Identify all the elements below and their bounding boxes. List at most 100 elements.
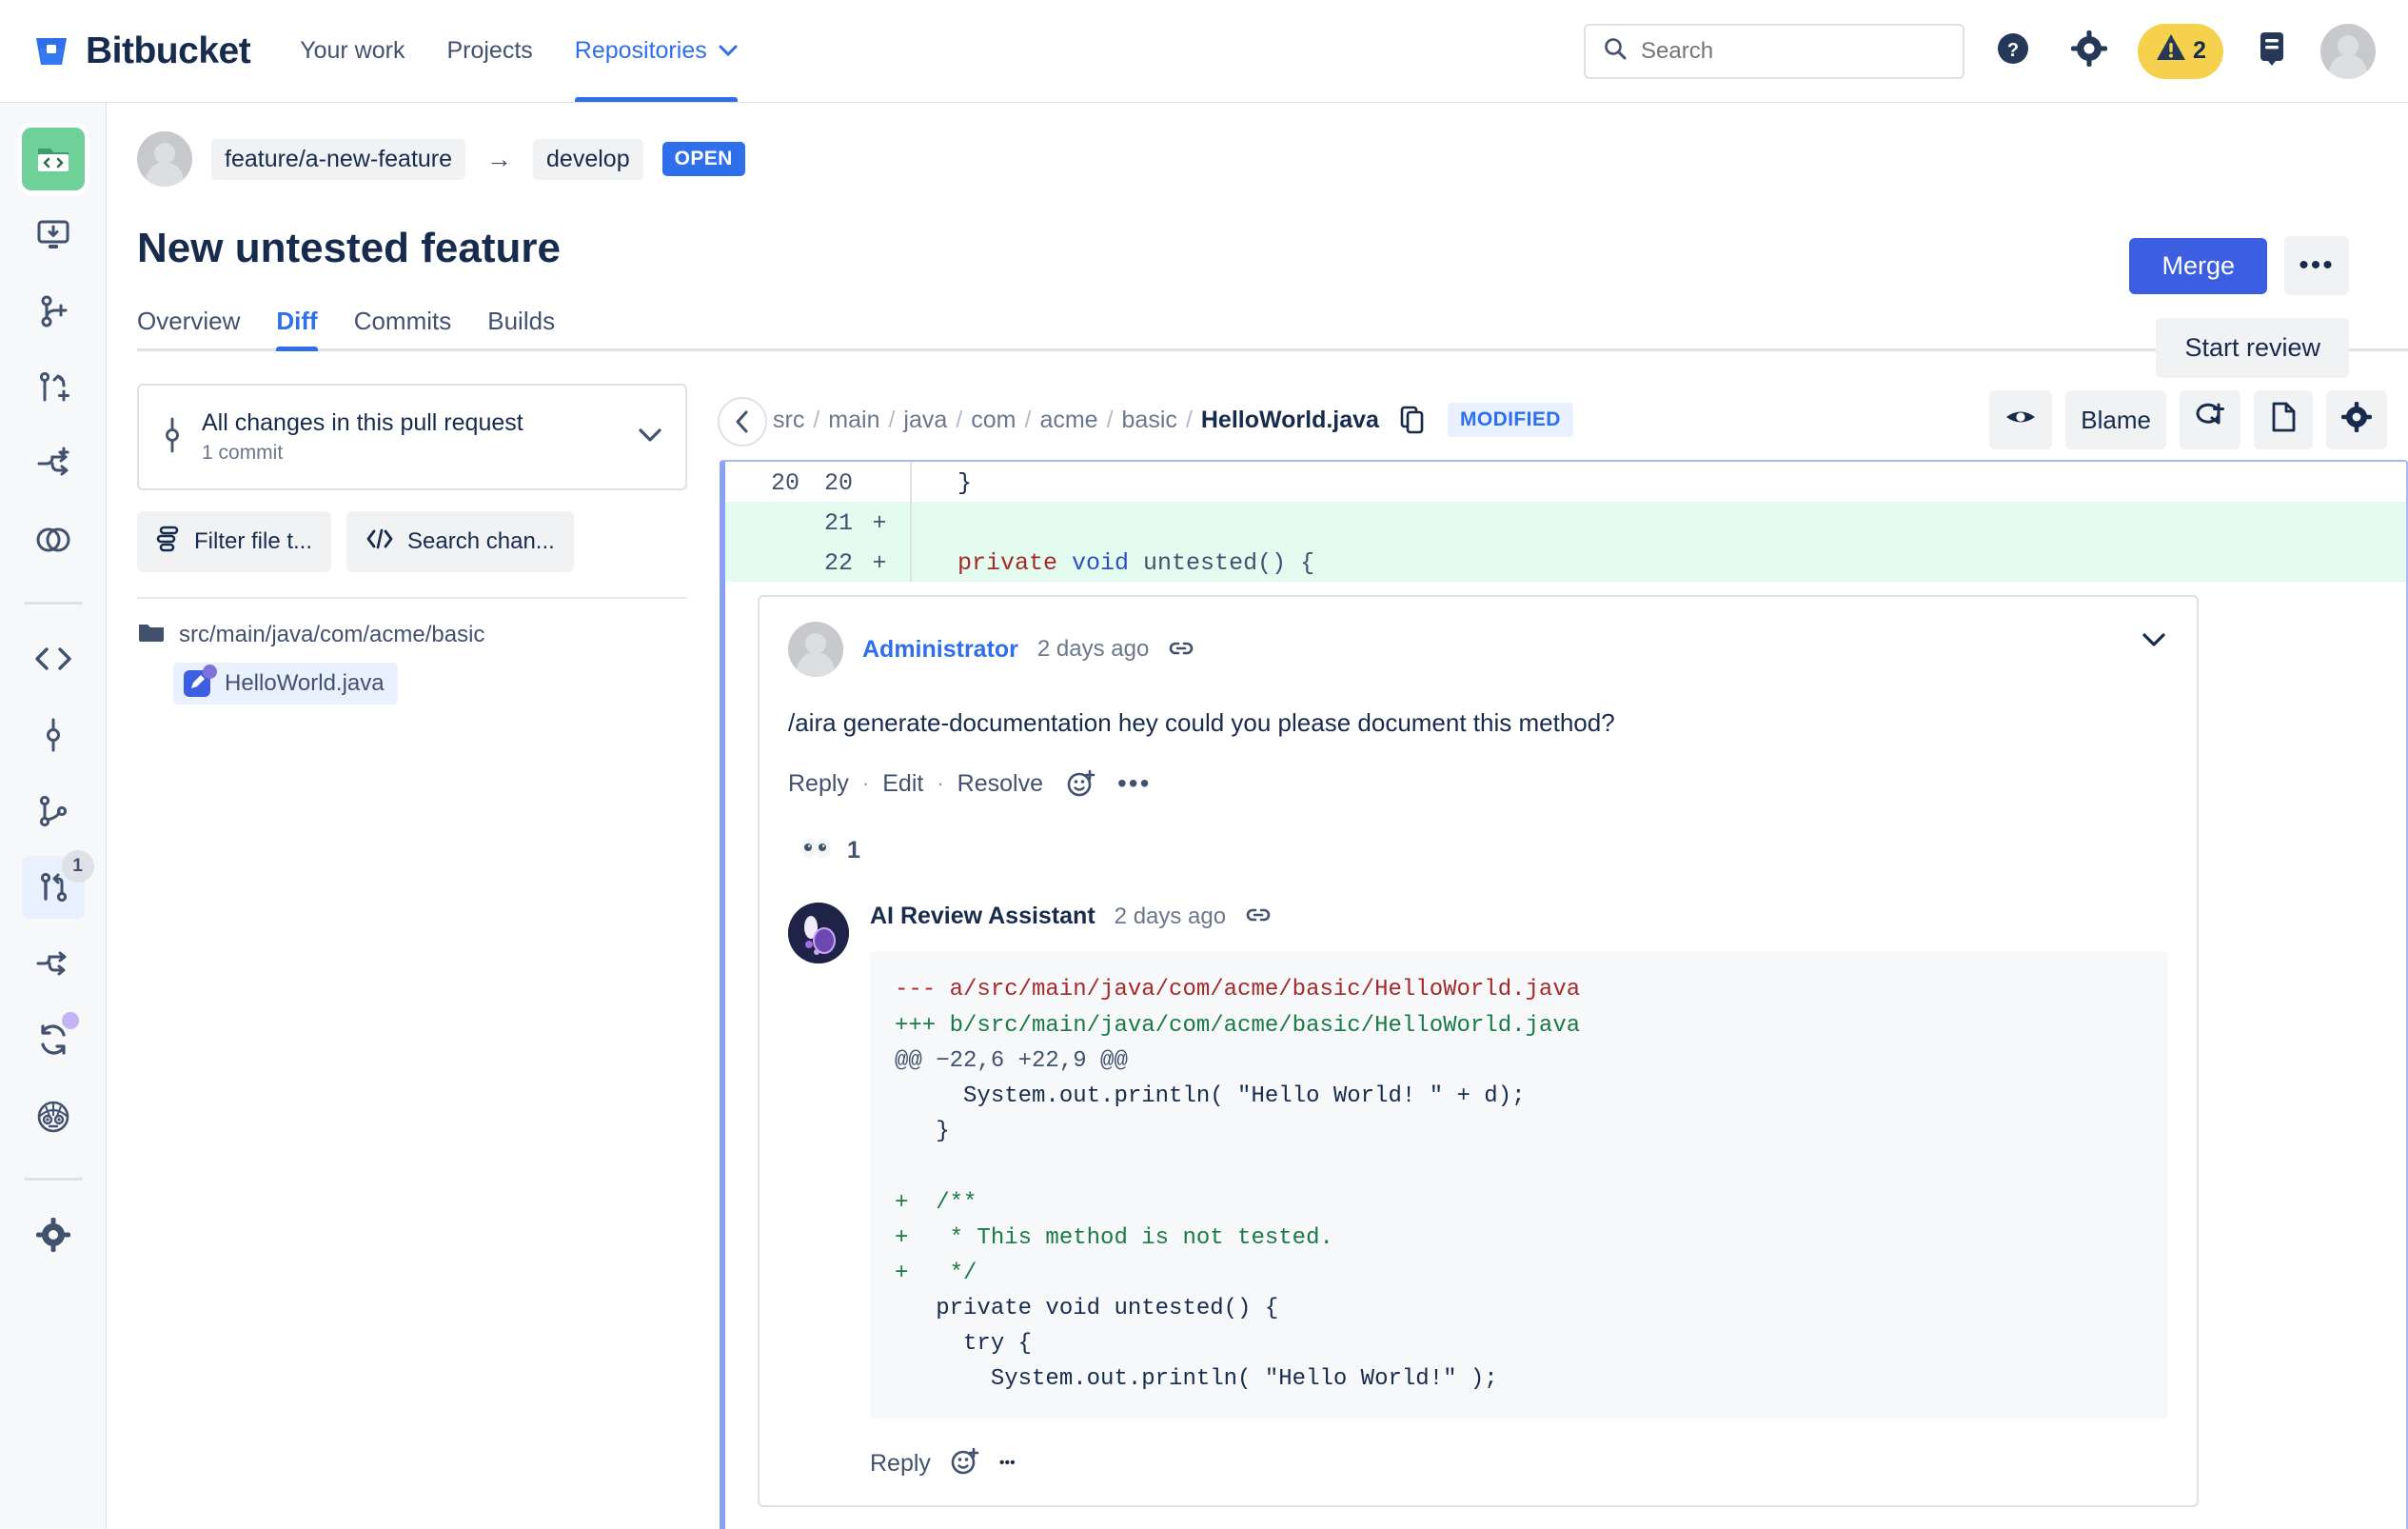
ai-reply-header: AI Review Assistant 2 days ago <box>870 903 2168 930</box>
target-branch-chip[interactable]: develop <box>533 138 643 180</box>
file-tree-item-helloworld[interactable]: HelloWorld.java <box>173 663 398 705</box>
add-comment-icon <box>2195 403 2225 438</box>
sidebar-item-repository[interactable] <box>21 128 85 190</box>
comment-author-name[interactable]: Administrator <box>862 636 1018 664</box>
pull-requests-count-badge: 1 <box>61 850 94 883</box>
ai-reply-more-actions[interactable]: ••• <box>999 1455 1016 1472</box>
file-icon <box>2271 402 2296 439</box>
reaction-eyes[interactable]: 1 <box>788 831 870 870</box>
pull-request-actions: Merge ••• Start review <box>2129 236 2349 378</box>
view-file-button[interactable] <box>1989 390 2053 449</box>
sidebar-item-compare[interactable] <box>22 508 85 571</box>
ai-reply-actions: Reply ••• <box>870 1447 2168 1505</box>
sidebar-item-commits[interactable] <box>22 704 85 766</box>
add-reaction-icon[interactable] <box>950 1447 980 1480</box>
tab-commits[interactable]: Commits <box>354 307 452 351</box>
nav-projects[interactable]: Projects <box>446 0 532 102</box>
search-changes-label: Search chan... <box>407 528 555 554</box>
sidebar-item-pull-requests[interactable]: 1 <box>21 850 94 919</box>
diff-added-line: + */ <box>895 1260 977 1286</box>
comment-author-avatar <box>788 622 843 677</box>
collapse-file-tree-button[interactable] <box>718 397 767 447</box>
nav-your-work-label: Your work <box>300 37 405 64</box>
tab-overview[interactable]: Overview <box>137 307 240 351</box>
copy-path-icon[interactable] <box>1400 406 1425 434</box>
nav-projects-label: Projects <box>446 37 533 64</box>
diff-context-line: System.out.println( "Hello World!" ); <box>895 1366 1498 1393</box>
gear-icon <box>2341 401 2372 439</box>
blame-button[interactable]: Blame <box>2065 390 2166 449</box>
help-icon: ? <box>1994 30 2032 72</box>
alerts-badge[interactable]: 2 <box>2138 23 2223 79</box>
breadcrumb-separator: / <box>1106 406 1114 433</box>
sidebar-item-source[interactable] <box>22 627 85 690</box>
tab-builds[interactable]: Builds <box>487 307 555 351</box>
diff-content: 20 20 } 21 + 22 + private void untested(… <box>720 460 2408 1529</box>
breadcrumb-com[interactable]: com <box>971 407 1016 434</box>
start-review-button[interactable]: Start review <box>2156 318 2349 378</box>
search-input[interactable] <box>1641 37 1945 65</box>
breadcrumb-src[interactable]: src <box>773 407 804 434</box>
notifications-button[interactable] <box>2244 24 2299 79</box>
folder-row[interactable]: src/main/java/com/acme/basic <box>137 620 687 649</box>
action-separator: · <box>937 771 944 796</box>
sidebar-item-forks[interactable] <box>22 932 85 995</box>
nav-repositories[interactable]: Repositories <box>574 0 738 102</box>
sidebar-item-create-pull-request[interactable] <box>22 356 85 419</box>
sidebar-item-pipelines[interactable] <box>22 1008 85 1071</box>
ai-reply-action[interactable]: Reply <box>870 1450 931 1478</box>
search-box[interactable] <box>1584 23 1964 79</box>
ai-author-name[interactable]: AI Review Assistant <box>870 903 1095 930</box>
user-avatar[interactable] <box>2320 23 2376 79</box>
file-view-button[interactable] <box>2254 390 2313 449</box>
diff-added-line: + /** <box>895 1189 977 1216</box>
breadcrumb-acme[interactable]: acme <box>1039 407 1097 434</box>
source-branch-chip[interactable]: feature/a-new-feature <box>211 138 466 180</box>
sidebar-item-deployments[interactable] <box>22 1084 85 1147</box>
settings-button[interactable] <box>2062 24 2117 79</box>
diff-body: All changes in this pull request 1 commi… <box>107 351 2408 1529</box>
comment-edit-action[interactable]: Edit <box>882 770 923 798</box>
comment-resolve-action[interactable]: Resolve <box>957 770 1043 798</box>
sidebar-item-create-branch[interactable] <box>22 280 85 343</box>
warning-icon <box>2155 31 2187 70</box>
merge-button[interactable]: Merge <box>2129 237 2267 294</box>
repository-sidebar-rail: 1 <box>0 103 107 1529</box>
sidebar-item-clone[interactable] <box>22 204 85 267</box>
comment-more-actions[interactable]: ••• <box>1117 768 1151 799</box>
comment-reply-action[interactable]: Reply <box>788 770 849 798</box>
add-reaction-icon[interactable] <box>1066 769 1096 798</box>
page-title: New untested feature <box>137 225 561 271</box>
breadcrumb-basic[interactable]: basic <box>1122 407 1177 434</box>
commit-count-label: 1 commit <box>202 442 284 464</box>
nav-your-work[interactable]: Your work <box>300 0 405 102</box>
chevron-down-icon <box>638 427 662 447</box>
branch-arrow-icon: → <box>486 144 513 173</box>
sidebar-item-branches[interactable] <box>22 780 85 843</box>
filter-files-button[interactable]: Filter file t... <box>137 511 332 572</box>
add-comment-button[interactable] <box>2180 390 2240 449</box>
breadcrumb-main[interactable]: main <box>828 407 879 434</box>
comment-header: Administrator 2 days ago <box>788 622 2168 677</box>
filter-files-label: Filter file t... <box>194 528 313 554</box>
diff-settings-button[interactable] <box>2326 390 2387 449</box>
breadcrumb-java[interactable]: java <box>903 407 947 434</box>
commit-scope-select[interactable]: All changes in this pull request 1 commi… <box>137 384 687 490</box>
link-icon[interactable] <box>1245 904 1272 929</box>
tab-diff[interactable]: Diff <box>276 307 319 351</box>
bitbucket-logo[interactable]: Bitbucket <box>32 30 251 72</box>
pull-request-header: feature/a-new-feature → develop OPEN New… <box>107 103 2408 351</box>
collapse-comment-icon[interactable] <box>2142 627 2166 654</box>
diff-code: } <box>957 469 973 497</box>
diff-context-line: System.out.println( "Hello World! " + d)… <box>895 1082 1526 1109</box>
help-button[interactable]: ? <box>1985 24 2041 79</box>
action-separator: · <box>861 771 870 796</box>
diff-new-line-number: 22 <box>823 549 853 577</box>
comment-actions: Reply · Edit · Resolve ••• <box>788 768 2168 799</box>
link-icon[interactable] <box>1168 637 1194 663</box>
pull-request-more-button[interactable]: ••• <box>2284 236 2349 295</box>
search-changes-button[interactable]: Search chan... <box>346 511 574 572</box>
sidebar-item-repository-settings[interactable] <box>22 1203 85 1266</box>
file-status-badge: MODIFIED <box>1447 403 1573 437</box>
sidebar-item-fork[interactable] <box>22 432 85 495</box>
